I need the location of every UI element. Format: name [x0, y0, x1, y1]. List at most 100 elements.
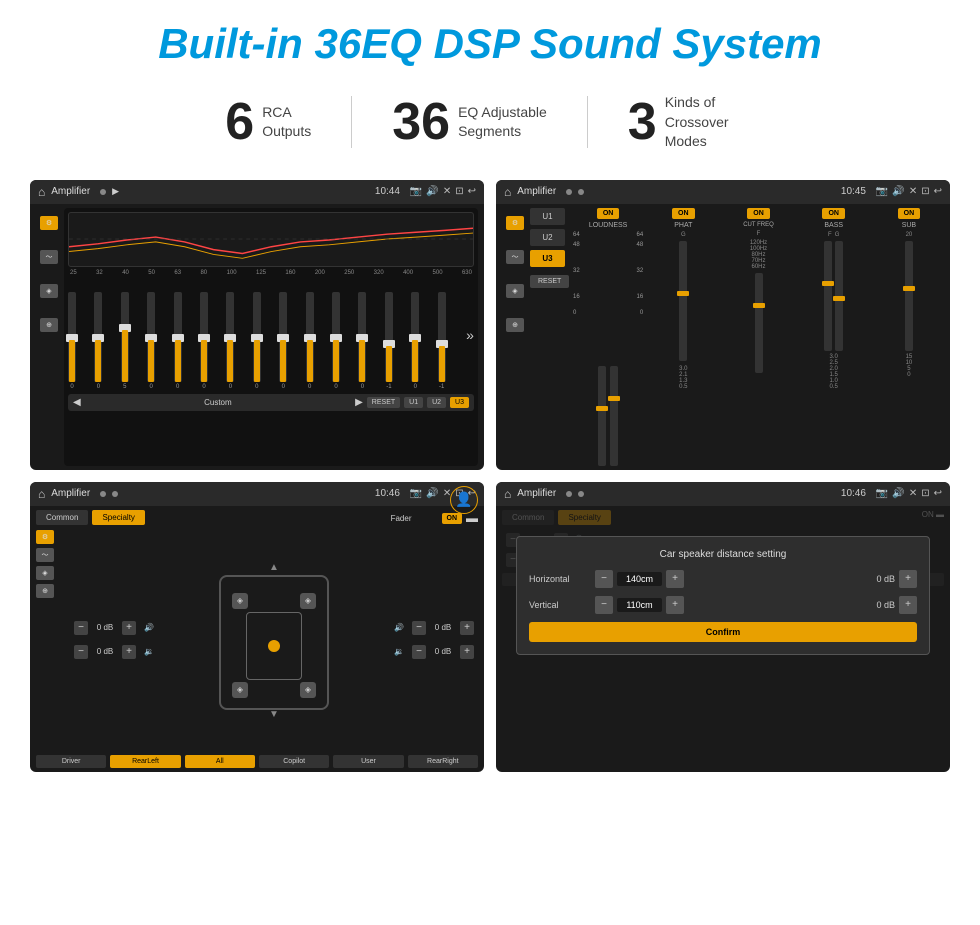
fader-user-icon[interactable]: 👤 — [450, 486, 478, 514]
eq-prev-btn[interactable]: ◀ — [73, 397, 81, 408]
fader-tab-specialty[interactable]: Specialty — [92, 510, 144, 525]
eq-sliders-area: 0 0 5 0 — [68, 280, 474, 390]
ss1-channel-icon[interactable]: ⊕ — [40, 318, 58, 332]
fader-center-diagram: ▲ ◈ ◈ ◈ ◈ ▼ — [169, 530, 379, 750]
fader-btn-rearright[interactable]: RearRight — [408, 755, 478, 768]
eq-slider-7[interactable]: 0 — [253, 292, 261, 390]
fader-minus-1[interactable]: − — [74, 621, 88, 635]
ss2-title: Amplifier — [517, 186, 556, 197]
xo-loudness-label: LOUDNESS — [589, 222, 628, 229]
dist-tab-specialty[interactable]: Specialty — [558, 510, 610, 525]
ss4-x-icon: ✕ — [909, 488, 917, 499]
eq-slider-1[interactable]: 0 — [94, 292, 102, 390]
ss3-channel-icon[interactable]: ⊕ — [36, 584, 54, 598]
screenshot-crossover: ⌂ Amplifier 10:45 📷 🔊 ✕ ⊡ ↩ ⚙ 〜 ◈ — [496, 180, 950, 470]
ss4-volume-icon: 🔊 — [892, 488, 904, 499]
eq-slider-11[interactable]: 0 — [358, 292, 366, 390]
ss3-eq-icon[interactable]: ⚙ — [36, 530, 54, 544]
ss3-topbar: ⌂ Amplifier 10:46 📷 🔊 ✕ ⊡ ↩ — [30, 482, 484, 506]
fader-db-val-2: 0 dB — [91, 647, 119, 656]
eq-slider-6[interactable]: 0 — [226, 292, 234, 390]
ss4-home-icon: ⌂ — [504, 487, 511, 501]
ss2-channel-icon[interactable]: ⊕ — [506, 318, 524, 332]
ss2-speaker-icon[interactable]: ◈ — [506, 284, 524, 298]
ss2-topbar: ⌂ Amplifier 10:45 📷 🔊 ✕ ⊡ ↩ — [496, 180, 950, 204]
dist-horizontal-plus[interactable]: + — [666, 570, 684, 588]
eq-slider-3[interactable]: 0 — [147, 292, 155, 390]
fader-btn-user[interactable]: User — [333, 755, 403, 768]
eq-u1-btn[interactable]: U1 — [404, 397, 423, 408]
ss1-wave-icon[interactable]: 〜 — [40, 250, 58, 264]
fader-minus-3[interactable]: − — [412, 621, 426, 635]
fader-main: ⚙ 〜 ◈ ⊕ − 0 dB + 🔊 − — [36, 530, 478, 750]
fader-plus-4[interactable]: + — [460, 645, 474, 659]
xo-loudness-on[interactable]: ON — [597, 208, 620, 219]
xo-preset-u3[interactable]: U3 — [530, 250, 565, 267]
fader-btn-rearleft[interactable]: RearLeft — [110, 755, 180, 768]
xo-preset-u1[interactable]: U1 — [530, 208, 565, 225]
ss4-back-icon: ↩ — [934, 488, 942, 499]
fader-on-btn[interactable]: ON — [442, 513, 463, 524]
dist-right-plus-2[interactable]: + — [899, 596, 917, 614]
eq-next-btn[interactable]: ▶ — [355, 397, 363, 408]
fader-minus-2[interactable]: − — [74, 645, 88, 659]
confirm-button[interactable]: Confirm — [529, 622, 917, 642]
dist-right-plus-1[interactable]: + — [899, 570, 917, 588]
dist-right-1: 0 dB + — [876, 570, 917, 588]
xo-channel-sub: ON SUB 20 151050 — [874, 208, 944, 466]
eq-u3-btn[interactable]: U3 — [450, 397, 469, 408]
dist-vertical-minus[interactable]: − — [595, 596, 613, 614]
xo-reset-btn[interactable]: RESET — [530, 275, 569, 288]
ss1-speaker-icon[interactable]: ◈ — [40, 284, 58, 298]
xo-cutfreq-on[interactable]: ON — [747, 208, 770, 219]
eq-graph — [68, 212, 474, 267]
dist-horizontal-ctrl: − 140cm + — [595, 570, 684, 588]
dist-horizontal-minus[interactable]: − — [595, 570, 613, 588]
ss3-camera-icon: 📷 — [410, 488, 422, 499]
ss3-dot1 — [100, 491, 106, 497]
eq-slider-13[interactable]: 0 — [411, 292, 419, 390]
ss2-wave-icon[interactable]: 〜 — [506, 250, 524, 264]
eq-slider-5[interactable]: 0 — [200, 292, 208, 390]
distance-horizontal-row: Horizontal − 140cm + 0 dB + — [529, 570, 917, 588]
fader-minus-4[interactable]: − — [412, 645, 426, 659]
xo-bass-on[interactable]: ON — [822, 208, 845, 219]
fader-dot[interactable] — [268, 640, 280, 652]
xo-bass-label: BASS — [824, 222, 843, 229]
eq-slider-14[interactable]: -1 — [438, 292, 446, 390]
ss2-eq-icon[interactable]: ⚙ — [506, 216, 524, 230]
ss2-back-icon: ↩ — [934, 186, 942, 197]
ss1-eq-main: 253240506380100125160200250320400500630 … — [64, 208, 478, 466]
fader-left-db: − 0 dB + 🔊 − 0 dB + 🔉 — [70, 530, 163, 750]
ss1-eq-icon[interactable]: ⚙ — [40, 216, 58, 230]
eq-slider-4[interactable]: 0 — [174, 292, 182, 390]
xo-sub-on[interactable]: ON — [898, 208, 921, 219]
eq-slider-0[interactable]: 0 — [68, 292, 76, 390]
dist-vertical-plus[interactable]: + — [666, 596, 684, 614]
ss3-wave-icon[interactable]: 〜 — [36, 548, 54, 562]
ss3-speaker-icon[interactable]: ◈ — [36, 566, 54, 580]
screenshot-distance: ⌂ Amplifier 10:46 📷 🔊 ✕ ⊡ ↩ Common — [496, 482, 950, 772]
fader-btn-copilot[interactable]: Copilot — [259, 755, 329, 768]
dist-tab-common[interactable]: Common — [502, 510, 554, 525]
eq-reset-btn[interactable]: RESET — [367, 397, 400, 408]
ss2-camera-icon: 📷 — [876, 186, 888, 197]
fader-bottom-btns: Driver RearLeft All Copilot User RearRig… — [36, 755, 478, 768]
fader-plus-3[interactable]: + — [460, 621, 474, 635]
eq-slider-2[interactable]: 5 — [121, 292, 129, 390]
xo-phat-on[interactable]: ON — [672, 208, 695, 219]
stats-row: 6 RCA Outputs 36 EQ Adjustable Segments … — [30, 93, 950, 152]
eq-slider-12[interactable]: -1 — [385, 292, 393, 390]
ss3-home-icon: ⌂ — [38, 487, 45, 501]
eq-slider-9[interactable]: 0 — [306, 292, 314, 390]
fader-btn-driver[interactable]: Driver — [36, 755, 106, 768]
fader-tab-common[interactable]: Common — [36, 510, 88, 525]
eq-more-icon[interactable]: » — [466, 327, 474, 343]
fader-plus-1[interactable]: + — [122, 621, 136, 635]
eq-slider-8[interactable]: 0 — [279, 292, 287, 390]
fader-btn-all[interactable]: All — [185, 755, 255, 768]
fader-plus-2[interactable]: + — [122, 645, 136, 659]
eq-u2-btn[interactable]: U2 — [427, 397, 446, 408]
eq-slider-10[interactable]: 0 — [332, 292, 340, 390]
xo-preset-u2[interactable]: U2 — [530, 229, 565, 246]
